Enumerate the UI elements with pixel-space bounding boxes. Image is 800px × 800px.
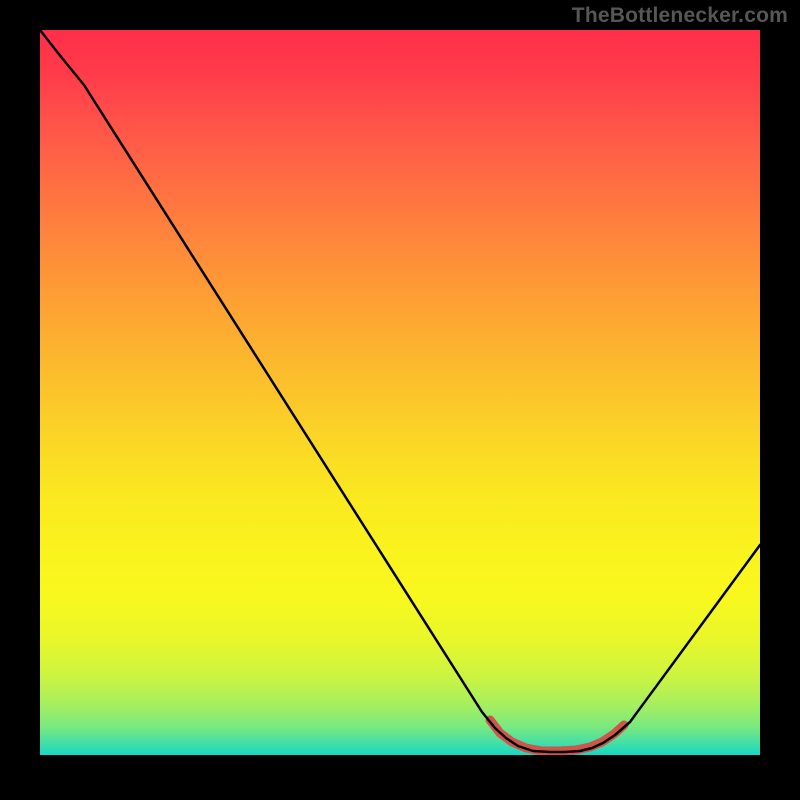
highlight-band: [490, 720, 624, 751]
plot-area: [40, 30, 760, 755]
watermark-text: TheBottlenecker.com: [572, 4, 788, 28]
curve-svg: [40, 30, 760, 755]
bottleneck-curve: [40, 30, 760, 752]
chart-container: TheBottlenecker.com: [0, 0, 800, 800]
